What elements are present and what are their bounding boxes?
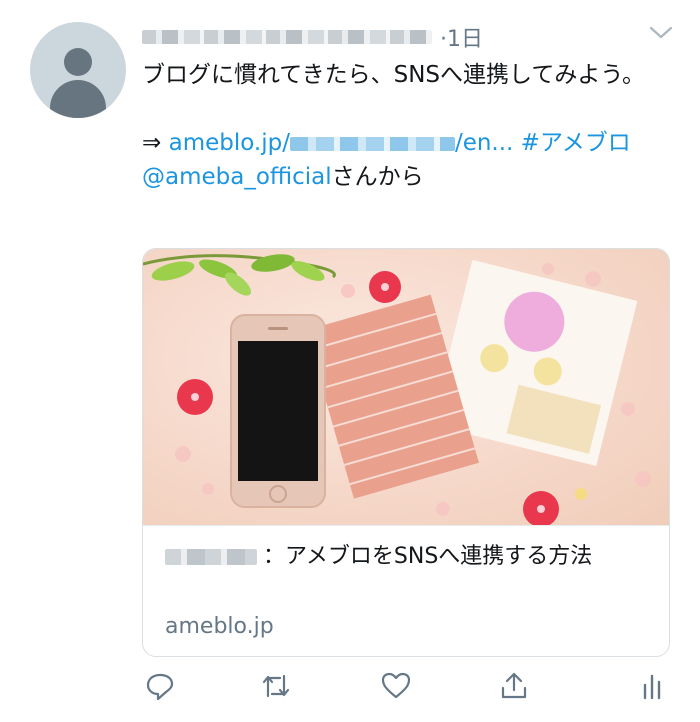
card-title-text: ：アメブロをSNSへ連携する方法 [263, 544, 593, 569]
avatar-head-shape [64, 48, 92, 76]
arrow-text: ⇒ [142, 130, 169, 156]
mention-suffix: さんから [331, 164, 424, 190]
hashtag-link[interactable]: #アメブロ [513, 130, 631, 156]
tweet-time[interactable]: ·1日 [440, 21, 483, 53]
retweet-icon[interactable] [260, 670, 292, 702]
chevron-down-icon[interactable] [648, 24, 674, 42]
card-image-illustration [143, 254, 651, 525]
redacted-user-name[interactable] [142, 30, 432, 44]
card-title[interactable]: ：アメブロをSNSへ連携する方法 [165, 540, 645, 574]
tweet-text: ブログに慣れてきたら、SNSへ連携してみよう。 ⇒ ameblo.jp/ /en.… [142, 58, 677, 194]
card-image[interactable] [143, 249, 669, 525]
reply-icon[interactable] [144, 670, 176, 702]
avatar[interactable] [30, 22, 126, 118]
tweet[interactable]: ·1日 ブログに慣れてきたら、SNSへ連携してみよう。 ⇒ ameblo.jp/… [0, 0, 700, 722]
mention-link[interactable]: @ameba_official [142, 164, 332, 190]
tweet-header: ·1日 [142, 22, 483, 52]
link-start[interactable]: ameblo.jp/ [169, 130, 290, 156]
analytics-icon[interactable] [636, 670, 668, 702]
redacted-link-path[interactable] [289, 136, 455, 151]
tweet-actions [140, 668, 680, 708]
link-end[interactable]: /en... [455, 130, 513, 156]
link-preview-card[interactable]: ：アメブロをSNSへ連携する方法 ameblo.jp [142, 248, 670, 657]
card-body[interactable]: ：アメブロをSNSへ連携する方法 ameblo.jp [143, 525, 669, 656]
share-icon[interactable] [498, 670, 530, 702]
like-icon[interactable] [380, 670, 412, 702]
avatar-body-shape [50, 80, 106, 118]
redacted-title-prefix [165, 549, 257, 565]
tweet-link[interactable]: ameblo.jp/ /en... [169, 130, 514, 156]
card-domain: ameblo.jp [165, 614, 274, 639]
tweet-text-line: ブログに慣れてきたら、SNSへ連携してみよう。 [142, 62, 645, 88]
